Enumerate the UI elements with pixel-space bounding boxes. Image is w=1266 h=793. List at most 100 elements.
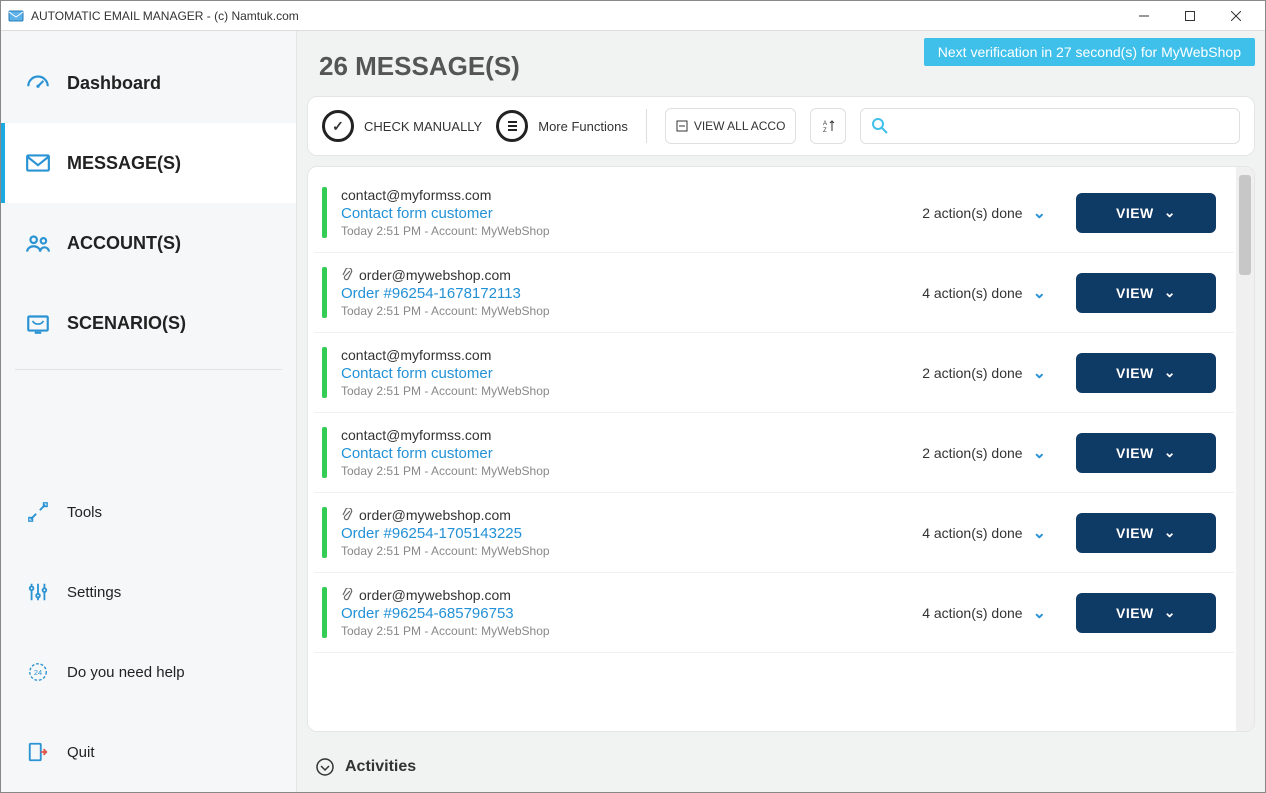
sidebar-item-label: Quit	[67, 744, 95, 761]
notification-banner: Next verification in 27 second(s) for My…	[924, 38, 1255, 66]
sort-icon: AZ	[820, 118, 836, 134]
message-meta: Today 2:51 PM - Account: MyWebShop	[341, 304, 922, 318]
chevron-down-icon: ⌄	[1164, 444, 1176, 461]
message-subject[interactable]: Order #96254-685796753	[341, 605, 922, 622]
sidebar-divider	[15, 369, 282, 472]
main-panel: Next verification in 27 second(s) for My…	[297, 31, 1265, 792]
scenario-icon	[23, 310, 53, 336]
window-controls	[1121, 2, 1259, 30]
message-row: contact@myformss.com Contact form custom…	[314, 173, 1234, 253]
view-button[interactable]: VIEW ⌄	[1076, 513, 1216, 553]
view-button[interactable]: VIEW ⌄	[1076, 433, 1216, 473]
settings-icon	[23, 581, 53, 603]
chevron-down-icon: ⌄	[1033, 283, 1046, 303]
view-button[interactable]: VIEW ⌄	[1076, 193, 1216, 233]
svg-text:Z: Z	[823, 128, 827, 134]
chevron-down-icon: ⌄	[1033, 523, 1046, 543]
actions-expand[interactable]: 4 action(s) done ⌄	[922, 283, 1046, 303]
message-info: contact@myformss.com Contact form custom…	[341, 347, 922, 398]
more-functions-button[interactable]: More Functions	[496, 110, 628, 142]
check-label: CHECK MANUALLY	[364, 119, 482, 134]
sidebar-item-label: Dashboard	[67, 73, 161, 94]
status-accent	[322, 587, 327, 638]
close-button[interactable]	[1213, 2, 1259, 30]
message-subject[interactable]: Contact form customer	[341, 205, 922, 222]
sidebar-item-label: Do you need help	[67, 664, 185, 681]
chevron-down-icon: ⌄	[1164, 204, 1176, 221]
message-meta: Today 2:51 PM - Account: MyWebShop	[341, 624, 922, 638]
account-filter[interactable]: VIEW ALL ACCO	[665, 108, 797, 144]
toolbar: ✓ CHECK MANUALLY More Functions VIEW ALL…	[307, 96, 1255, 156]
scroll-thumb[interactable]	[1239, 175, 1251, 275]
sidebar-item-help[interactable]: 24 Do you need help	[1, 632, 296, 712]
message-from: order@mywebshop.com	[341, 587, 922, 603]
check-manually-button[interactable]: ✓ CHECK MANUALLY	[322, 110, 482, 142]
sidebar-item-accounts[interactable]: ACCOUNT(S)	[1, 203, 296, 283]
view-button[interactable]: VIEW ⌄	[1076, 273, 1216, 313]
message-from: contact@myformss.com	[341, 187, 922, 203]
message-from: contact@myformss.com	[341, 347, 922, 363]
chevron-down-icon: ⌄	[1164, 524, 1176, 541]
attachment-icon	[341, 588, 353, 602]
actions-expand[interactable]: 2 action(s) done ⌄	[922, 203, 1046, 223]
activities-toggle[interactable]: Activities	[297, 742, 1265, 792]
filter-label: VIEW ALL ACCO	[694, 119, 786, 133]
message-info: order@mywebshop.com Order #96254-6857967…	[341, 587, 922, 638]
status-accent	[322, 507, 327, 558]
check-icon: ✓	[322, 110, 354, 142]
sidebar-item-tools[interactable]: Tools	[1, 472, 296, 552]
actions-expand[interactable]: 4 action(s) done ⌄	[922, 523, 1046, 543]
tools-icon	[23, 501, 53, 523]
chevron-down-icon: ⌄	[1164, 364, 1176, 381]
scrollbar[interactable]	[1236, 167, 1254, 731]
sidebar-item-label: Tools	[67, 504, 102, 521]
actions-expand[interactable]: 2 action(s) done ⌄	[922, 363, 1046, 383]
actions-expand[interactable]: 2 action(s) done ⌄	[922, 443, 1046, 463]
sort-button[interactable]: AZ	[810, 108, 846, 144]
message-row: order@mywebshop.com Order #96254-6857967…	[314, 573, 1234, 653]
actions-expand[interactable]: 4 action(s) done ⌄	[922, 603, 1046, 623]
attachment-icon	[341, 268, 353, 282]
sidebar-item-dashboard[interactable]: Dashboard	[1, 43, 296, 123]
message-subject[interactable]: Order #96254-1678172113	[341, 285, 922, 302]
message-subject[interactable]: Contact form customer	[341, 365, 922, 382]
message-subject[interactable]: Contact form customer	[341, 445, 922, 462]
chevron-down-icon: ⌄	[1033, 203, 1046, 223]
minimize-button[interactable]	[1121, 2, 1167, 30]
sidebar-item-settings[interactable]: Settings	[1, 552, 296, 632]
status-accent	[322, 267, 327, 318]
status-accent	[322, 347, 327, 398]
sidebar-item-messages[interactable]: MESSAGE(S)	[1, 123, 296, 203]
message-meta: Today 2:51 PM - Account: MyWebShop	[341, 384, 922, 398]
users-icon	[23, 230, 53, 256]
view-button[interactable]: VIEW ⌄	[1076, 353, 1216, 393]
activities-label: Activities	[345, 758, 416, 776]
sidebar: Dashboard MESSAGE(S) ACCOUNT(S) SCENARIO…	[1, 31, 297, 792]
message-subject[interactable]: Order #96254-1705143225	[341, 525, 922, 542]
svg-text:24: 24	[34, 668, 42, 677]
message-row: order@mywebshop.com Order #96254-1678172…	[314, 253, 1234, 333]
app-window: AUTOMATIC EMAIL MANAGER - (c) Namtuk.com…	[0, 0, 1266, 793]
messages-list: contact@myformss.com Contact form custom…	[308, 167, 1236, 731]
message-row: order@mywebshop.com Order #96254-1705143…	[314, 493, 1234, 573]
message-info: order@mywebshop.com Order #96254-1678172…	[341, 267, 922, 318]
svg-text:A: A	[823, 121, 827, 127]
view-button[interactable]: VIEW ⌄	[1076, 593, 1216, 633]
sidebar-item-quit[interactable]: Quit	[1, 712, 296, 792]
list-icon	[496, 110, 528, 142]
chevron-down-icon: ⌄	[1033, 443, 1046, 463]
search-input[interactable]	[889, 118, 1229, 134]
maximize-button[interactable]	[1167, 2, 1213, 30]
more-label: More Functions	[538, 119, 628, 134]
window-title: AUTOMATIC EMAIL MANAGER - (c) Namtuk.com	[31, 9, 1121, 23]
search-box[interactable]	[860, 108, 1240, 144]
message-from: contact@myformss.com	[341, 427, 922, 443]
titlebar: AUTOMATIC EMAIL MANAGER - (c) Namtuk.com	[1, 1, 1265, 31]
sidebar-item-scenarios[interactable]: SCENARIO(S)	[1, 283, 296, 363]
status-accent	[322, 427, 327, 478]
quit-icon	[23, 741, 53, 763]
sidebar-item-label: MESSAGE(S)	[67, 153, 181, 174]
chevron-down-icon: ⌄	[1033, 363, 1046, 383]
chevron-down-icon: ⌄	[1164, 604, 1176, 621]
app-icon	[7, 7, 25, 25]
